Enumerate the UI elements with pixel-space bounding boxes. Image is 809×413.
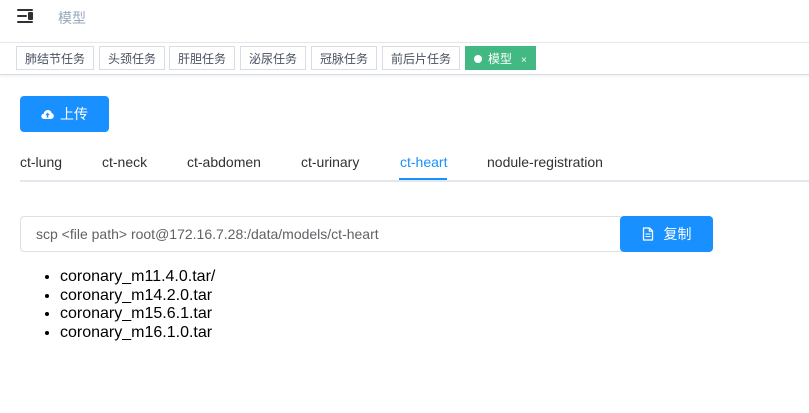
cloud-upload-icon — [41, 109, 54, 119]
copy-button-label: 复制 — [663, 226, 692, 242]
breadcrumb: 模型 — [58, 10, 86, 26]
tag-label: 泌尿任务 — [249, 52, 298, 66]
tag-label: 肝胆任务 — [178, 52, 227, 66]
tag-label: 模型 — [488, 52, 513, 66]
tags-view: 肺结节任务 头颈任务 肝胆任务 泌尿任务 冠脉任务 前后片任务 模型 × — [0, 43, 809, 75]
tag-urinary-task[interactable]: 泌尿任务 — [240, 46, 307, 70]
tag-label: 冠脉任务 — [320, 52, 369, 66]
tag-label: 前后片任务 — [391, 52, 452, 66]
tag-label: 肺结节任务 — [25, 52, 86, 66]
tag-coronary-task[interactable]: 冠脉任务 — [311, 46, 378, 70]
hamburger-menu-icon[interactable] — [17, 9, 33, 23]
navbar: 模型 — [0, 0, 809, 43]
copy-button[interactable]: 复制 — [620, 216, 713, 252]
active-tab-indicator — [399, 178, 447, 180]
close-icon[interactable]: × — [521, 49, 527, 73]
document-icon — [642, 227, 653, 241]
list-item: coronary_m11.4.0.tar/ — [60, 268, 215, 287]
tab-ct-urinary[interactable]: ct-urinary — [301, 154, 359, 170]
list-item: coronary_m16.1.0.tar — [60, 324, 215, 343]
tab-ct-abdomen[interactable]: ct-abdomen — [187, 154, 261, 170]
scp-command-input[interactable] — [20, 216, 621, 252]
list-item: coronary_m15.6.1.tar — [60, 305, 215, 324]
tag-head-neck-task[interactable]: 头颈任务 — [99, 46, 166, 70]
tab-ct-lung[interactable]: ct-lung — [20, 154, 62, 170]
tab-ct-heart[interactable]: ct-heart — [400, 154, 447, 170]
active-dot-icon — [474, 55, 482, 63]
upload-button[interactable]: 上传 — [20, 96, 109, 132]
model-file-list: coronary_m11.4.0.tar/ coronary_m14.2.0.t… — [20, 268, 215, 342]
model-tabs: ct-lung ct-neck ct-abdomen ct-urinary ct… — [20, 144, 809, 182]
tab-ct-neck[interactable]: ct-neck — [102, 154, 147, 170]
tag-liver-gallbladder-task[interactable]: 肝胆任务 — [169, 46, 236, 70]
tag-model[interactable]: 模型 × — [465, 46, 536, 70]
list-item: coronary_m14.2.0.tar — [60, 287, 215, 306]
upload-button-label: 上传 — [60, 106, 88, 122]
tag-xray-task[interactable]: 前后片任务 — [382, 46, 461, 70]
tab-nodule-registration[interactable]: nodule-registration — [487, 154, 603, 170]
tag-lung-nodule-task[interactable]: 肺结节任务 — [16, 46, 95, 70]
tag-label: 头颈任务 — [108, 52, 157, 66]
